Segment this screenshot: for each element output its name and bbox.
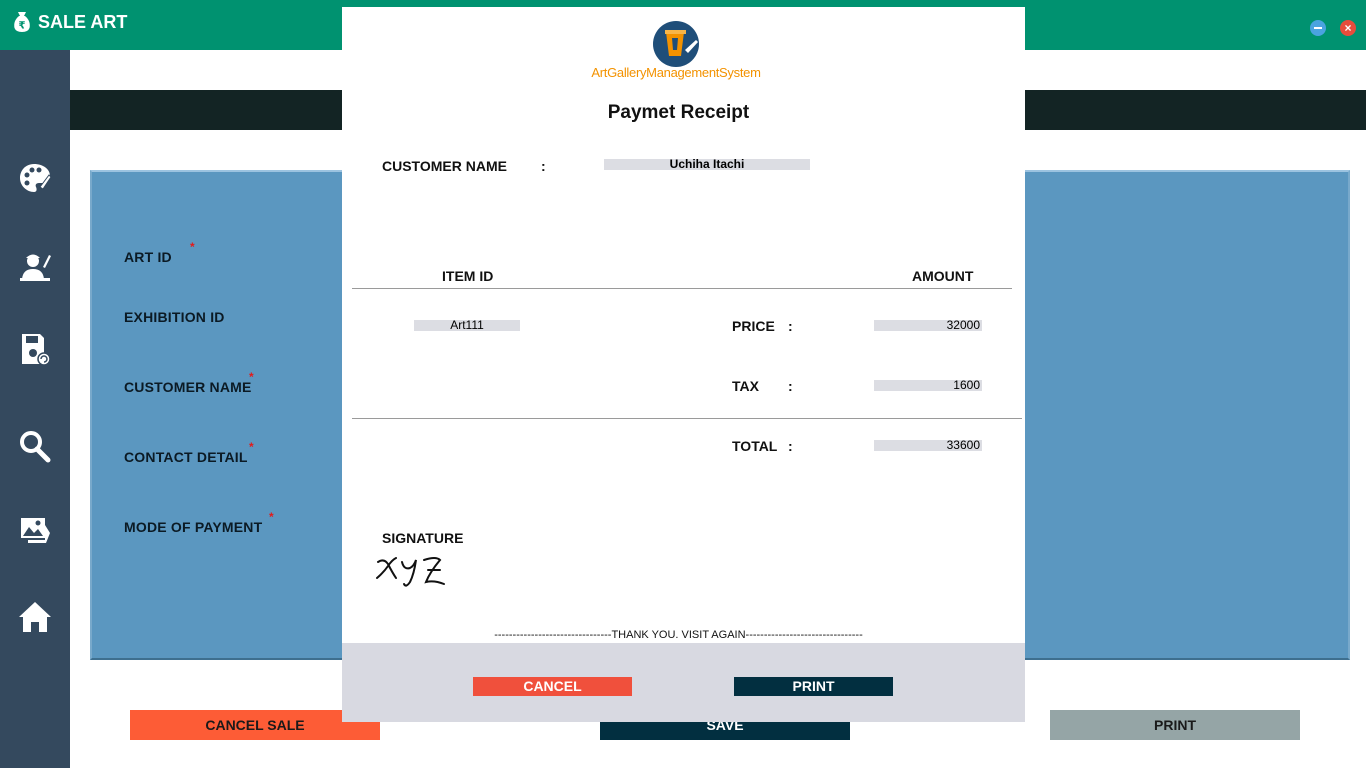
gallery-image-icon[interactable] [18, 513, 52, 547]
item-id-value: Art111 [414, 319, 520, 331]
receipt-title: Paymet Receipt [607, 102, 750, 123]
required-mark: * [249, 440, 254, 454]
required-mark: * [249, 370, 254, 384]
mode-of-payment-label: MODE OF PAYMENT [124, 519, 263, 535]
total-value: 33600 [874, 439, 982, 451]
contact-detail-label: CONTACT DETAIL [124, 449, 248, 465]
thank-you-message: --------------------------------THANK YO… [494, 629, 863, 641]
receipt-print-button[interactable]: PRINT [734, 677, 893, 696]
item-id-header: ITEM ID [442, 268, 494, 284]
total-divider [352, 418, 1022, 419]
sidebar [0, 50, 70, 768]
gallery-logo-icon [653, 21, 699, 67]
colon: : [788, 318, 793, 334]
exhibition-id-label: EXHIBITION ID [124, 309, 225, 325]
close-icon[interactable]: × [1340, 20, 1356, 36]
receipt-cancel-button[interactable]: CANCEL [473, 677, 632, 696]
amount-header: AMOUNT [912, 268, 974, 284]
payment-receipt-dialog: ArtGalleryManagementSystem Paymet Receip… [342, 7, 1025, 722]
total-label: TOTAL [732, 438, 778, 454]
window-title: SALE ART [38, 12, 128, 32]
signature-image [376, 557, 445, 587]
artist-icon[interactable] [18, 249, 52, 283]
rupee-bag-icon: ₹ [14, 12, 30, 32]
home-icon[interactable] [18, 600, 52, 634]
receipt-footer: CANCEL PRINT [342, 643, 1025, 722]
save-file-icon[interactable] [18, 332, 52, 366]
sale-art-window: ₹ SALE ART × ART ID * EXHIBITION ID CUST… [0, 0, 1366, 768]
colon: : [788, 378, 793, 394]
print-button[interactable]: PRINT [1050, 710, 1300, 740]
tax-label: TAX [732, 378, 759, 394]
tax-value: 1600 [874, 379, 982, 391]
price-label: PRICE [732, 318, 775, 334]
colon: : [541, 158, 546, 174]
required-mark: * [269, 510, 274, 524]
price-value: 32000 [874, 319, 982, 331]
required-mark: * [190, 240, 195, 254]
svg-text:₹: ₹ [19, 21, 26, 32]
search-icon[interactable] [18, 429, 52, 463]
header-divider [352, 288, 1012, 289]
signature-label: SIGNATURE [382, 530, 464, 546]
receipt-customer-name-label: CUSTOMER NAME [382, 158, 507, 174]
minimize-icon[interactable] [1310, 20, 1326, 36]
logo-text: ArtGalleryManagementSystem [591, 65, 761, 80]
receipt-customer-name-value: Uchiha Itachi [604, 158, 810, 170]
colon: : [788, 438, 793, 454]
art-id-label: ART ID [124, 249, 172, 265]
customer-name-label: CUSTOMER NAME [124, 379, 252, 395]
palette-icon[interactable] [18, 161, 52, 195]
